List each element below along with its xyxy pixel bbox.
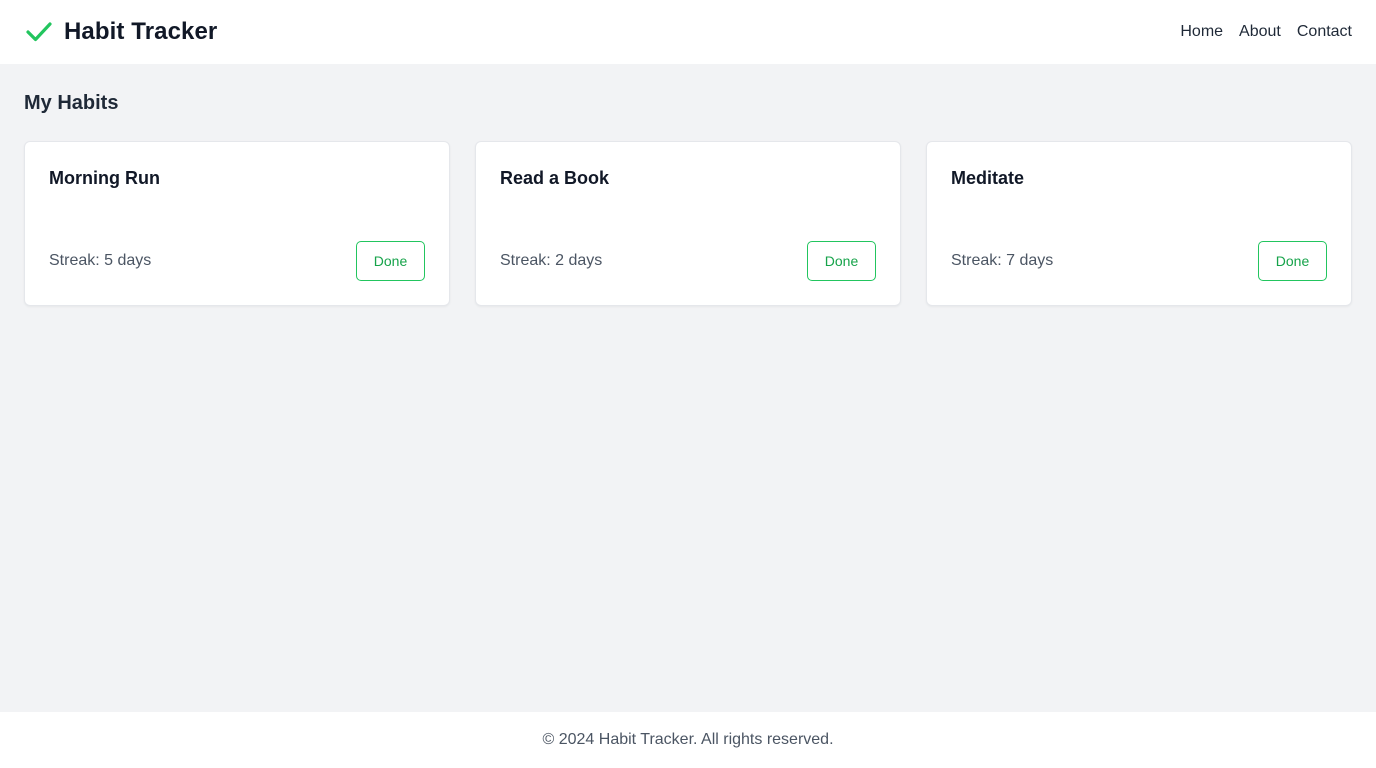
main-nav: Home About Contact bbox=[1180, 23, 1352, 41]
habit-list: Morning Run Streak: 5 days Done Read a B… bbox=[24, 141, 1352, 306]
app-footer: © 2024 Habit Tracker. All rights reserve… bbox=[0, 712, 1376, 768]
habit-name: Morning Run bbox=[49, 168, 160, 188]
done-button[interactable]: Done bbox=[1258, 241, 1327, 281]
done-button[interactable]: Done bbox=[807, 241, 876, 281]
done-button[interactable]: Done bbox=[356, 241, 425, 281]
habit-name: Read a Book bbox=[500, 168, 610, 188]
check-icon bbox=[24, 17, 54, 47]
habit-streak: Streak: 5 days bbox=[49, 252, 152, 269]
brand[interactable]: Habit Tracker bbox=[24, 17, 217, 47]
nav-contact-link[interactable]: Contact bbox=[1297, 23, 1352, 41]
nav-home-link[interactable]: Home bbox=[1180, 23, 1223, 41]
habit-streak: Streak: 7 days bbox=[951, 252, 1054, 269]
nav-about-link[interactable]: About bbox=[1239, 23, 1281, 41]
footer-copyright: © 2024 Habit Tracker. All rights reserve… bbox=[542, 731, 834, 748]
habit-card: Read a Book Streak: 2 days Done bbox=[475, 141, 901, 306]
habit-name: Meditate bbox=[951, 168, 1025, 188]
habit-card: Morning Run Streak: 5 days Done bbox=[24, 141, 450, 306]
app-header: Habit Tracker Home About Contact bbox=[0, 0, 1376, 64]
habit-card: Meditate Streak: 7 days Done bbox=[926, 141, 1352, 306]
habit-streak: Streak: 2 days bbox=[500, 252, 603, 269]
page-title: My Habits bbox=[24, 92, 119, 114]
app-title: Habit Tracker bbox=[64, 18, 218, 45]
